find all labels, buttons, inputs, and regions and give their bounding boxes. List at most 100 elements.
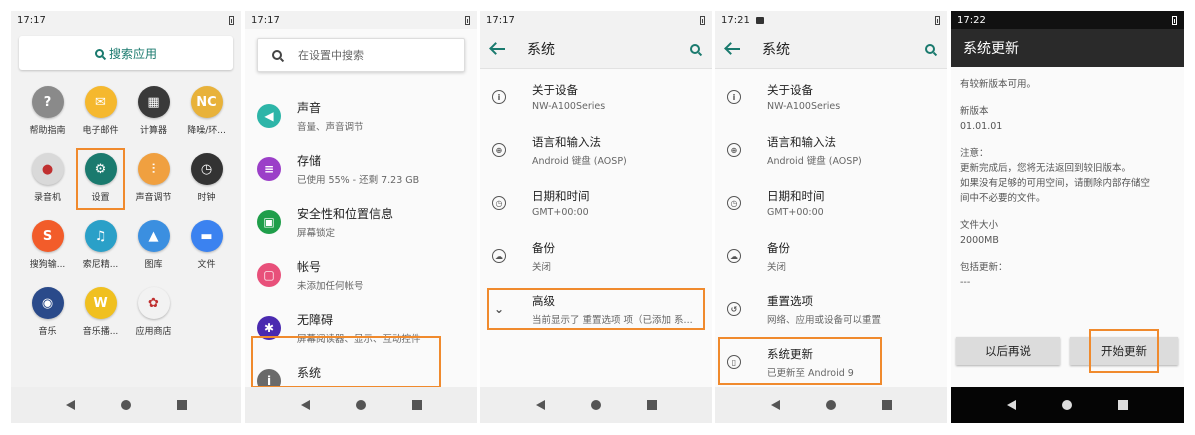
- status-time: 17:17: [17, 14, 46, 26]
- settings-item-volume[interactable]: ◀ 声音 音量、声音调节: [245, 90, 477, 142]
- later-button[interactable]: 以后再说: [956, 337, 1060, 365]
- app-files[interactable]: ▬ 文件: [180, 215, 233, 282]
- app-label: 图库: [144, 260, 163, 270]
- app-label: 帮助指南: [29, 126, 66, 136]
- battery-icon: [700, 15, 705, 25]
- sd-card-icon: [755, 16, 764, 24]
- back-arrow-icon[interactable]: [727, 47, 740, 50]
- app-app-store[interactable]: ✿ 应用商店: [127, 282, 180, 349]
- app-label: 音乐: [38, 327, 57, 337]
- system-item-clock[interactable]: ◷ 日期和时间 GMT+00:00: [715, 177, 947, 229]
- app-noise-cancel[interactable]: NC 降噪/环...: [180, 81, 233, 148]
- back-icon[interactable]: [300, 400, 310, 410]
- system-item-cloud-backup[interactable]: ☁ 备份 关闭: [715, 230, 947, 282]
- highlight-box: [487, 288, 705, 330]
- battery-icon: [465, 15, 470, 25]
- system-item-globe[interactable]: ⊕ 语言和输入法 Android 键盘 (AOSP): [480, 124, 712, 176]
- system-item-title: 语言和输入法: [767, 134, 836, 149]
- app-bar: 系统: [715, 29, 947, 69]
- highlight-box: [718, 337, 882, 385]
- page-title: 系统: [527, 41, 555, 58]
- recents-icon[interactable]: [881, 400, 892, 410]
- gallery-icon: ▲: [137, 220, 170, 252]
- settings-item-account[interactable]: ▢ 帐号 未添加任何帐号: [245, 249, 477, 301]
- recents-icon[interactable]: [411, 400, 422, 410]
- system-item-title: 重置选项: [767, 293, 813, 308]
- clock-icon: ◷: [727, 196, 741, 210]
- noise-cancel-icon: NC: [190, 86, 223, 118]
- settings-item-lock[interactable]: ▣ 安全性和位置信息 屏幕锁定: [245, 196, 477, 248]
- app-recorder[interactable]: ● 录音机: [21, 148, 74, 215]
- app-help-guide[interactable]: ? 帮助指南: [21, 81, 74, 148]
- system-item-text: 关于设备 NW-A100Series: [532, 82, 605, 112]
- back-icon[interactable]: [770, 400, 780, 410]
- search-icon[interactable]: [690, 43, 700, 54]
- app-clock[interactable]: ◷ 时钟: [180, 148, 233, 215]
- back-arrow-icon[interactable]: [492, 47, 505, 50]
- home-icon[interactable]: [1062, 400, 1072, 410]
- system-item-info[interactable]: i 关于设备 NW-A100Series: [480, 71, 712, 123]
- app-sogou-input[interactable]: S 搜狗输...: [21, 215, 74, 282]
- settings-screen: 17:17 在设置中搜索 ◀ 声音 音量、声音调节 ≡ 存储 已使用 55% - 还剩 7…: [245, 11, 477, 423]
- later-button-label: 以后再说: [985, 344, 1031, 358]
- system-item-text: 日期和时间 GMT+00:00: [532, 188, 590, 218]
- app-email[interactable]: ✉ 电子邮件: [74, 81, 127, 148]
- sound-adjust-icon: ⫶: [137, 153, 170, 185]
- app-settings-gear[interactable]: ⚙ 设置: [76, 148, 125, 210]
- settings-item-subtitle: 音量、声音调节: [297, 122, 364, 133]
- system-item-clock[interactable]: ◷ 日期和时间 GMT+00:00: [480, 177, 712, 229]
- settings-item-storage[interactable]: ≡ 存储 已使用 55% - 还剩 7.23 GB: [245, 143, 477, 195]
- settings-item-title: 存储: [297, 154, 322, 168]
- system-item-title: 备份: [532, 240, 555, 255]
- home-icon[interactable]: [355, 400, 366, 410]
- status-bar: 17:17: [480, 11, 712, 29]
- calculator-icon: ▦: [137, 86, 170, 118]
- storage-icon: ≡: [257, 157, 281, 181]
- app-label: 声音调节: [135, 193, 172, 203]
- app-sound-adjust[interactable]: ⫶ 声音调节: [127, 148, 180, 215]
- update-text-line: 2000MB: [960, 235, 999, 246]
- app-sony-select[interactable]: ♫ 索尼精...: [74, 215, 127, 282]
- system-item-info[interactable]: i 关于设备 NW-A100Series: [715, 71, 947, 123]
- system-update-screen: 17:22 系统更新 有较新版本可用。 新版本 01.01.01 注意： 更新完成后，您…: [951, 11, 1184, 423]
- settings-item-title: 帐号: [297, 260, 322, 274]
- app-gallery[interactable]: ▲ 图库: [127, 215, 180, 282]
- system-item-text: 语言和输入法 Android 键盘 (AOSP): [532, 134, 627, 167]
- system-item-globe[interactable]: ⊕ 语言和输入法 Android 键盘 (AOSP): [715, 124, 947, 176]
- system-item-history[interactable]: ↺ 重置选项 网络、应用或设备可以重置: [715, 283, 947, 335]
- recents-icon[interactable]: [646, 400, 657, 410]
- lock-icon: ▣: [257, 210, 281, 234]
- battery-icon: [1172, 15, 1177, 25]
- nav-bar: [480, 387, 712, 423]
- recents-icon[interactable]: [1118, 400, 1128, 410]
- status-bar: 17:17: [245, 11, 477, 29]
- history-icon: ↺: [727, 302, 741, 316]
- app-music[interactable]: ◉ 音乐: [21, 282, 74, 349]
- home-icon[interactable]: [825, 400, 836, 410]
- system-item-text: 备份 关闭: [767, 240, 790, 273]
- recents-icon[interactable]: [176, 400, 187, 410]
- home-icon[interactable]: [590, 400, 601, 410]
- app-music-player[interactable]: W 音乐播...: [74, 282, 127, 349]
- app-calculator[interactable]: ▦ 计算器: [127, 81, 180, 148]
- settings-item-text: 安全性和位置信息 屏幕锁定: [297, 205, 393, 239]
- system-item-subtitle: NW-A100Series: [532, 101, 606, 112]
- settings-item-text: 声音 音量、声音调节: [297, 99, 364, 133]
- settings-search-input[interactable]: 在设置中搜索: [257, 38, 465, 72]
- back-icon[interactable]: [65, 400, 75, 410]
- system-item-cloud-backup[interactable]: ☁ 备份 关闭: [480, 230, 712, 282]
- app-label: 时钟: [197, 193, 216, 203]
- search-apps-button[interactable]: 搜索应用: [19, 36, 233, 70]
- update-text-line: 注意：: [960, 148, 989, 159]
- app-label: 索尼精...: [82, 260, 119, 270]
- system-item-title: 日期和时间: [767, 189, 825, 203]
- home-icon[interactable]: [120, 400, 131, 410]
- back-icon[interactable]: [1007, 400, 1016, 410]
- search-icon[interactable]: [925, 43, 935, 54]
- nav-bar: [715, 387, 947, 423]
- app-label: 音乐播...: [82, 327, 119, 337]
- back-icon[interactable]: [535, 400, 545, 410]
- nav-bar: [951, 387, 1184, 423]
- update-text-line: 包括更新：: [960, 262, 1008, 273]
